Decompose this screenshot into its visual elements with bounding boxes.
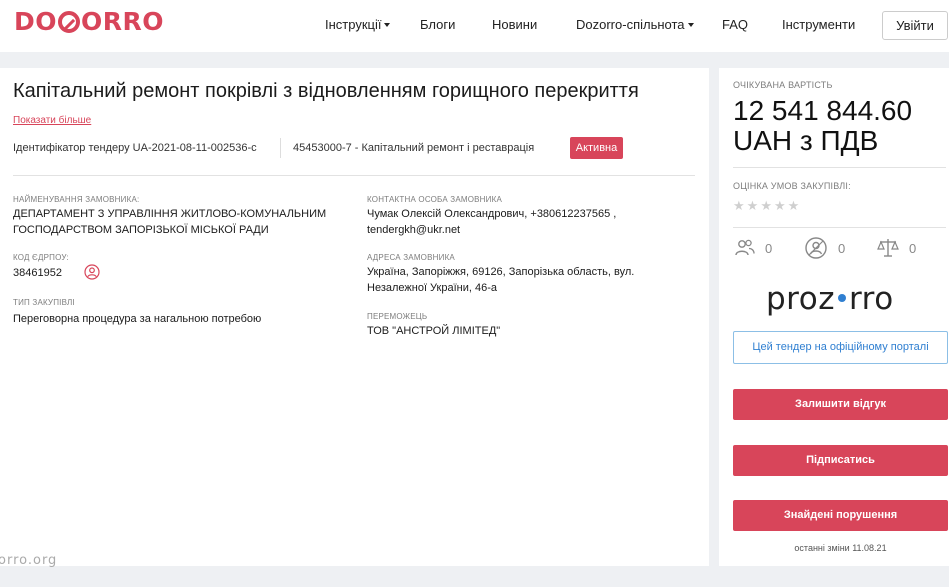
logo-ring-icon: [58, 11, 81, 33]
tender-cpv: 45453000-7 - Капітальний ремонт і рестав…: [293, 142, 535, 154]
top-header: DO ORRO Інструкції Блоги Новини Dozorro-с…: [0, 0, 949, 52]
found-violations-button[interactable]: Знайдені порушення: [733, 500, 948, 531]
expected-cost-amount: 12 541 844.60 UAH з ПДВ: [733, 96, 912, 156]
complaints-count: 0: [909, 241, 917, 256]
address-line2: Незалежної України, 46-а: [367, 282, 498, 294]
contact-line1: Чумак Олексій Олександрович, +3806122375…: [367, 208, 617, 220]
last-change-date: останні зміни 11.08.21: [794, 543, 887, 553]
customer-name-line1: ДЕПАРТАМЕНТ З УПРАВЛІННЯ ЖИТЛОВО-КОМУНАЛ…: [13, 208, 327, 220]
meta-divider: [280, 138, 281, 158]
address-label: АДРЕСА ЗАМОВНИКА: [367, 253, 455, 262]
customer-name-label: НАЙМЕНУВАННЯ ЗАМОВНИКА:: [13, 195, 140, 204]
status-badge: Активна: [570, 137, 623, 159]
sidebar-divider: [733, 167, 946, 168]
expected-cost-label: ОЧІКУВАНА ВАРТІСТЬ: [733, 80, 833, 90]
customer-name-line2: ГОСПОДАРСТВОМ ЗАПОРІЗЬКОЇ МІСЬКОЇ РАДИ: [13, 224, 269, 236]
section-divider: [13, 175, 695, 176]
show-more-link[interactable]: Показати більше: [13, 115, 91, 126]
nav-community-label: Dozorro-спільнота: [576, 17, 685, 32]
nav-community[interactable]: Dozorro-спільнота: [576, 17, 694, 32]
nav-faq[interactable]: FAQ: [722, 17, 748, 32]
procurement-type: Переговорна процедура за нагальною потре…: [13, 313, 262, 325]
nav-news[interactable]: Новини: [492, 17, 537, 32]
nav-blogs-label: Блоги: [420, 17, 456, 32]
login-button[interactable]: Увійти: [882, 11, 948, 40]
rating-stars[interactable]: ★★★★★: [733, 198, 801, 214]
dozorro-logo[interactable]: DO ORRO: [14, 7, 164, 36]
procurement-type-label: ТИП ЗАКУПІВЛІ: [13, 298, 75, 307]
nav-blogs[interactable]: Блоги: [420, 17, 455, 32]
contact-person: Чумак Олексій Олександрович, +3806122375…: [367, 206, 616, 238]
monitoring-count: 0: [838, 241, 846, 256]
tender-title: Капітальний ремонт покрівлі з відновленн…: [13, 80, 639, 102]
address-line1: Україна, Запоріжжя, 69126, Запорізька об…: [367, 266, 635, 278]
edrpou-value: 38461952: [13, 267, 62, 279]
tender-identifier: Ідентифікатор тендеру UA-2021-08-11-0025…: [13, 142, 257, 154]
leave-feedback-button[interactable]: Залишити відгук: [733, 389, 948, 420]
nav-faq-label: FAQ: [722, 17, 749, 32]
customer-name: ДЕПАРТАМЕНТ З УПРАВЛІННЯ ЖИТЛОВО-КОМУНАЛ…: [13, 206, 326, 238]
star-icon[interactable]: ★: [733, 198, 747, 213]
site-watermark: orro.org: [0, 553, 58, 568]
edrpou-label: КОД ЄДРПОУ:: [13, 253, 69, 262]
prozorro-logo[interactable]: proz rro: [766, 281, 894, 317]
nav-instructions-label: Інструкції: [325, 17, 382, 32]
chevron-down-icon: [687, 23, 694, 27]
users-count: 0: [765, 241, 773, 256]
scales-icon: [877, 239, 899, 257]
nav-instructions[interactable]: Інструкції: [325, 17, 391, 32]
star-icon[interactable]: ★: [774, 198, 788, 213]
star-icon[interactable]: ★: [788, 198, 802, 213]
chevron-down-icon: [384, 23, 391, 27]
prozorro-dot-icon: [837, 294, 846, 302]
user-profile-icon[interactable]: [84, 264, 100, 280]
subscribe-button[interactable]: Підписатись: [733, 445, 948, 476]
nav-news-label: Новини: [492, 17, 538, 32]
amount-value: 12 541 844.60: [733, 95, 913, 126]
conditions-rating-label: ОЦІНКА УМОВ ЗАКУПІВЛІ:: [733, 181, 851, 191]
star-icon[interactable]: ★: [747, 198, 761, 213]
winner-value: ТОВ "АНСТРОЙ ЛІМІТЕД": [367, 325, 501, 337]
winner-label: ПЕРЕМОЖЕЦЬ: [367, 312, 428, 321]
contact-email[interactable]: tendergkh@ukr.net: [367, 222, 616, 238]
star-icon[interactable]: ★: [760, 198, 774, 213]
contact-label: КОНТАКТНА ОСОБА ЗАМОВНИКА: [367, 195, 503, 204]
nav-tools[interactable]: Інструменти: [782, 17, 855, 32]
monitor-user-icon: [805, 237, 827, 259]
users-icon: [735, 239, 755, 256]
customer-address: Україна, Запоріжжя, 69126, Запорізька об…: [367, 264, 634, 296]
amount-currency: UAH з ПДВ: [733, 125, 879, 156]
nav-tools-label: Інструменти: [782, 17, 856, 32]
sidebar-divider: [733, 227, 946, 228]
official-portal-button[interactable]: Цей тендер на офіційному порталі: [733, 331, 948, 364]
